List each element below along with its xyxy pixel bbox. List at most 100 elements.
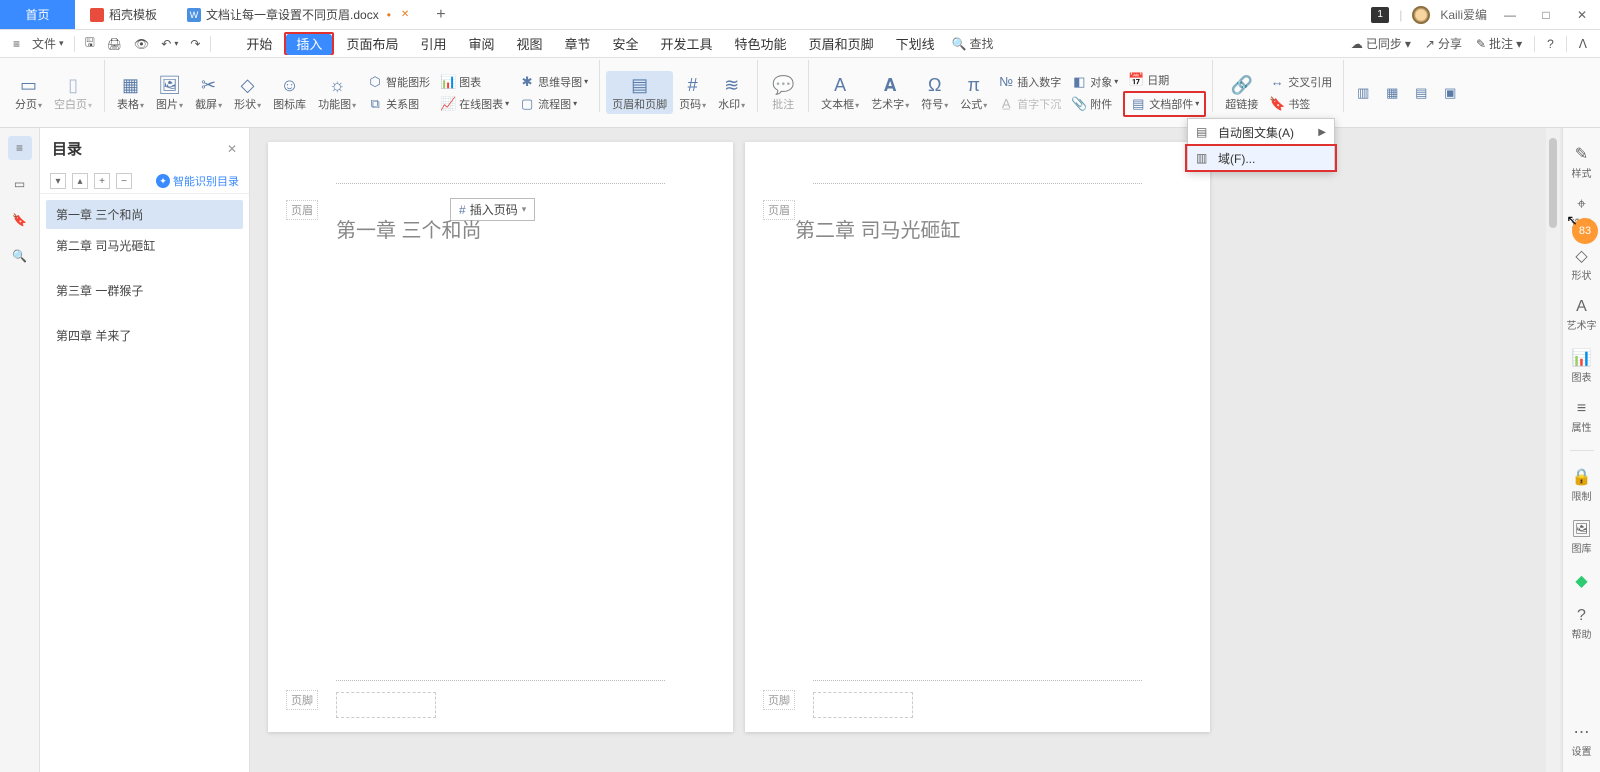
page-number-button[interactable]: #页码▾ <box>673 71 712 114</box>
rs-settings[interactable]: ⋯设置 <box>1563 718 1600 762</box>
bookmark-strip-icon[interactable]: 🔖 <box>8 208 32 232</box>
page-2[interactable]: 页眉 第二章 司马光砸缸 页脚 <box>745 142 1210 732</box>
menu-review[interactable]: 审阅 <box>458 31 504 56</box>
share-button[interactable]: ↗分享 <box>1420 33 1467 54</box>
online-chart-button[interactable]: 📈在线图表▾ <box>435 93 514 115</box>
toc-item-2[interactable]: 第二章 司马光砸缸 <box>46 231 243 260</box>
toc-close-icon[interactable]: ✕ <box>227 142 237 156</box>
picture-button[interactable]: 🖼图片▾ <box>150 71 189 114</box>
table-button[interactable]: ▦表格▾ <box>111 71 150 114</box>
rs-chart[interactable]: 📊图表 <box>1563 344 1600 388</box>
menu-dev[interactable]: 开发工具 <box>651 31 723 56</box>
tab-document[interactable]: W 文档让每一章设置不同页眉.docx • ✕ <box>172 0 424 29</box>
menu-start[interactable]: 开始 <box>236 31 282 56</box>
print-icon[interactable]: 🖨 <box>102 35 127 53</box>
rs-cloud[interactable]: ◆ <box>1563 567 1600 595</box>
rs-shape[interactable]: ◇形状 <box>1563 242 1600 286</box>
save-icon[interactable]: 🖫 <box>80 31 100 56</box>
footer-box[interactable] <box>336 692 436 718</box>
dropdown-field[interactable]: ▥ 域(F)... <box>1188 145 1334 171</box>
app-menu-icon[interactable]: ≡ <box>8 35 25 53</box>
menu-safe[interactable]: 安全 <box>603 31 649 56</box>
screenshot-button[interactable]: ✂截屏▾ <box>189 71 228 114</box>
menu-insert[interactable]: 插入 <box>286 34 332 55</box>
toc-smart-detect[interactable]: ✦智能识别目录 <box>156 173 239 189</box>
relation-chart-button[interactable]: ⧉关系图 <box>362 93 435 115</box>
outline-icon[interactable]: ≡ <box>8 136 32 160</box>
rs-gallery[interactable]: 🖼图库 <box>1563 515 1600 559</box>
toc-collapse-icon[interactable]: ▴ <box>72 173 88 189</box>
menu-reference[interactable]: 引用 <box>410 31 456 56</box>
header-footer-button[interactable]: ▤页眉和页脚 <box>606 71 673 114</box>
flowchart-button[interactable]: ▢流程图▾ <box>514 93 593 115</box>
maximize-button[interactable]: □ <box>1533 8 1559 22</box>
annotate-toggle[interactable]: ✎批注▾ <box>1471 33 1527 54</box>
find-button[interactable]: 🔍查找 <box>947 33 999 54</box>
insert-number-button[interactable]: №插入数字 <box>993 71 1066 93</box>
toc-item-1[interactable]: 第一章 三个和尚 <box>46 200 243 229</box>
wordart-button[interactable]: 𝐀艺术字▾ <box>865 71 915 114</box>
header-zone[interactable] <box>336 176 665 184</box>
rs-help[interactable]: ?帮助 <box>1563 603 1600 645</box>
page-1[interactable]: 页眉 # 插入页码 ▾ 第一章 三个和尚 页脚 <box>268 142 733 732</box>
page-thumb-icon[interactable]: ▭ <box>8 172 32 196</box>
undo-icon[interactable]: ↶▾ <box>156 35 183 53</box>
iconlib-button[interactable]: ☺图标库 <box>267 71 312 114</box>
scrollbar-thumb[interactable] <box>1549 138 1557 228</box>
menu-underline[interactable]: 下划线 <box>886 31 945 56</box>
window-split2-icon[interactable]: ▦ <box>1379 82 1408 104</box>
page-break-button[interactable]: ▭分页▾ <box>9 71 48 114</box>
search-strip-icon[interactable]: 🔍 <box>8 244 32 268</box>
window-split1-icon[interactable]: ▥ <box>1350 82 1379 104</box>
textbox-button[interactable]: A文本框▾ <box>815 71 865 114</box>
smart-graphic-button[interactable]: ⬡智能图形 <box>362 71 435 93</box>
rs-wordart[interactable]: A艺术字 <box>1563 294 1600 336</box>
tab-close-icon[interactable]: ✕ <box>401 9 409 20</box>
object-button[interactable]: ◧对象▾ <box>1066 71 1123 93</box>
bookmark-button[interactable]: 🔖书签 <box>1264 93 1337 115</box>
vertical-scrollbar[interactable] <box>1546 128 1560 772</box>
tab-add-button[interactable]: + <box>424 0 457 29</box>
window-split3-icon[interactable]: ▤ <box>1408 82 1437 104</box>
minimize-button[interactable]: — <box>1497 8 1523 22</box>
menu-chapter[interactable]: 章节 <box>555 31 601 56</box>
attachment-button[interactable]: 📎附件 <box>1066 93 1123 115</box>
window-split4-icon[interactable]: ▣ <box>1437 82 1466 104</box>
toc-expand-icon[interactable]: ▾ <box>50 173 66 189</box>
file-menu[interactable]: 文件▾ <box>27 33 69 54</box>
toc-item-4[interactable]: 第四章 羊来了 <box>46 321 243 350</box>
toc-item-3[interactable]: 第三章 一群猴子 <box>46 276 243 305</box>
rs-style[interactable]: ✎样式 <box>1563 140 1600 184</box>
print-preview-icon[interactable]: 👁 <box>129 35 154 53</box>
footer-zone[interactable] <box>336 680 665 688</box>
sync-button[interactable]: ☁已同步▾ <box>1346 33 1416 54</box>
dropdown-autotext[interactable]: ▤ 自动图文集(A) ▶ <box>1188 119 1334 145</box>
menu-view[interactable]: 视图 <box>506 31 552 56</box>
footer-box-2[interactable] <box>813 692 913 718</box>
collapse-ribbon-icon[interactable]: ᐱ <box>1574 35 1592 53</box>
shape-button[interactable]: ◇形状▾ <box>228 71 267 114</box>
tab-shell-templates[interactable]: 稻壳模板 <box>75 0 172 29</box>
rs-limit[interactable]: 🔒限制 <box>1563 463 1600 507</box>
toc-remove-icon[interactable]: − <box>116 173 132 189</box>
symbol-button[interactable]: Ω符号▾ <box>915 71 954 114</box>
tab-home[interactable]: 首页 <box>0 0 75 29</box>
user-avatar[interactable] <box>1412 6 1430 24</box>
toc-add-icon[interactable]: + <box>94 173 110 189</box>
menu-headerfooter[interactable]: 页眉和页脚 <box>799 31 884 56</box>
document-canvas[interactable]: 页眉 # 插入页码 ▾ 第一章 三个和尚 页脚 页眉 第二章 司马光砸缸 页脚 <box>250 128 1600 772</box>
annotation-button[interactable]: 💬批注 <box>764 71 802 114</box>
mindmap-button[interactable]: ✱思维导图▾ <box>514 71 593 93</box>
hyperlink-button[interactable]: 🔗超链接 <box>1219 71 1264 114</box>
menu-feature[interactable]: 特色功能 <box>725 31 797 56</box>
header-zone-2[interactable] <box>813 176 1142 184</box>
doc-parts-button[interactable]: ▤文档部件▾ <box>1125 93 1204 115</box>
redo-icon[interactable]: ↷ <box>185 35 205 53</box>
date-button[interactable]: 📅日期 <box>1123 69 1206 91</box>
feature-chart-button[interactable]: ☼功能图▾ <box>312 71 362 114</box>
chart-button[interactable]: 📊图表 <box>435 71 514 93</box>
close-window-button[interactable]: ✕ <box>1569 8 1595 22</box>
formula-button[interactable]: π公式▾ <box>954 71 993 114</box>
blank-page-button[interactable]: ▯空白页▾ <box>48 71 98 114</box>
notification-badge[interactable]: 1 <box>1371 7 1389 23</box>
